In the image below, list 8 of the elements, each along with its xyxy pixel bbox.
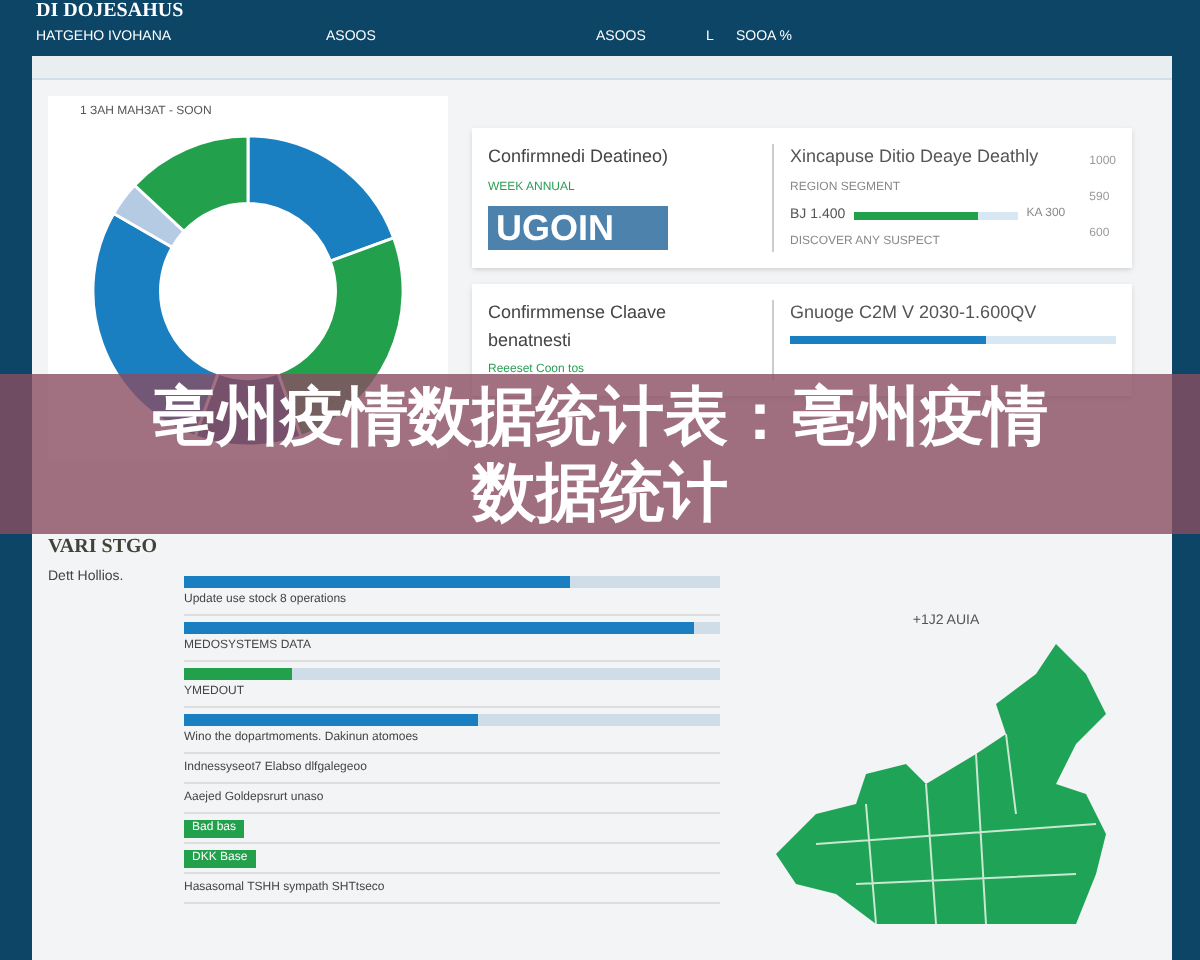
card-title: Confirmnedi Deatineo) — [488, 144, 671, 170]
card-title: Gnuoge C2M V 2030-1.600QV — [790, 300, 1039, 326]
banner-title: 亳州疫情数据统计表：亳州疫情数据统计 — [150, 378, 1050, 530]
big-number: UGOIN — [488, 205, 668, 249]
card-title: Xincapuse Ditio Deaye Deathly — [790, 144, 1041, 170]
section-heading: VARI STGO — [48, 534, 158, 562]
header-title: DI DOJESAHUS — [36, 0, 184, 24]
card-title: Confirmmense Claave benatnesti — [488, 300, 669, 353]
